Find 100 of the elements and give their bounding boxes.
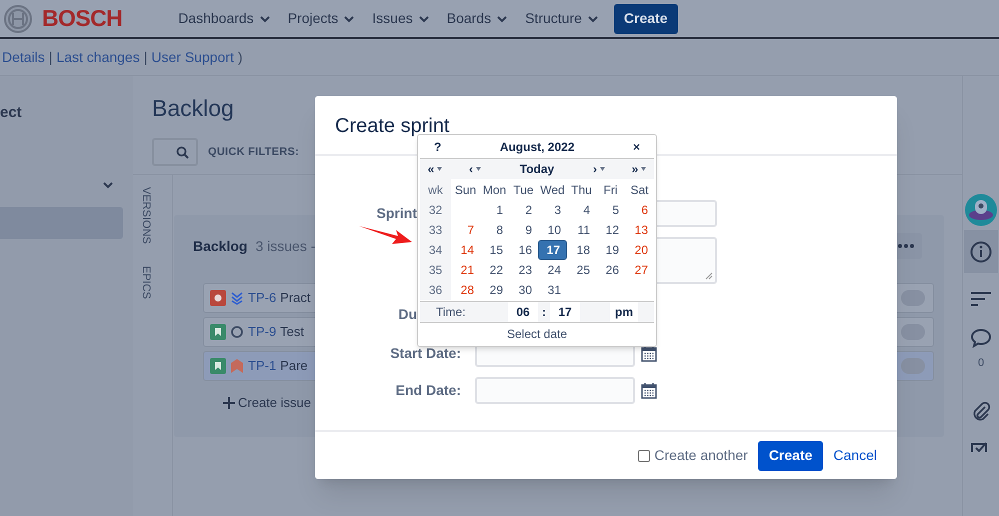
calendar-day[interactable]: 29 (480, 280, 509, 300)
calendar-day[interactable]: 27 (625, 260, 654, 280)
weekday-header: Thu (570, 182, 593, 198)
field-label: Du (398, 305, 417, 324)
arrow-up-icon (230, 359, 244, 373)
date-field[interactable] (475, 377, 635, 404)
calendar-nav-button[interactable]: » (624, 160, 654, 178)
calendar-day[interactable]: 8 (480, 220, 509, 240)
calendar-day[interactable]: 31 (538, 280, 567, 300)
close-button[interactable]: × (632, 138, 640, 156)
logo-icon (3, 4, 33, 34)
issue-summary: Pract (280, 289, 311, 308)
time-separator: : (541, 304, 547, 321)
weekday-header: Sat (629, 182, 650, 198)
week-number: 33 (420, 220, 451, 240)
calendar-day[interactable]: 16 (509, 240, 538, 260)
calendar-day[interactable]: 19 (596, 240, 625, 260)
field-label: Sprint (376, 204, 417, 223)
calendar-day[interactable]: 17 (538, 240, 567, 260)
nav-menu[interactable]: Structure (525, 8, 598, 29)
calendar-icon[interactable] (641, 382, 657, 399)
weekday-header: Mon (482, 182, 508, 198)
calendar-day[interactable]: 6 (625, 200, 654, 220)
plus-icon (223, 396, 235, 409)
info-icon (970, 240, 992, 262)
chevron-down-icon (260, 14, 270, 22)
separator-text: ) (238, 48, 243, 67)
brand-logo: BOSCH (42, 4, 122, 34)
create-issue-button[interactable]: Create issue (223, 393, 311, 412)
calendar-nav-button[interactable]: Today (500, 160, 574, 178)
calendar-day[interactable]: 4 (567, 200, 596, 220)
sidebar-title: ect (0, 103, 22, 123)
lines-icon (971, 292, 991, 306)
month-title: August, 2022 (498, 138, 576, 156)
more-icon (898, 244, 914, 248)
paperclip-icon (971, 400, 991, 420)
issue-summary: Test (280, 323, 304, 342)
bookmark-icon (210, 358, 226, 374)
calendar-day[interactable]: 28 (451, 280, 480, 300)
create-button[interactable]: Create (758, 440, 824, 470)
calendar-day[interactable]: 9 (509, 220, 538, 240)
calendar-day[interactable]: 11 (567, 220, 596, 240)
chevrons-down-icon (230, 291, 244, 305)
caret-down-icon (476, 167, 481, 171)
calendar-day[interactable]: 2 (509, 200, 538, 220)
weekday-header: Fri (602, 182, 618, 198)
search-field[interactable] (152, 138, 198, 166)
calendar-day[interactable]: 10 (538, 220, 567, 240)
calendar-day[interactable]: 21 (451, 260, 480, 280)
calendar-day[interactable]: 1 (480, 200, 509, 220)
cancel-link[interactable]: Cancel (833, 445, 877, 466)
chevron-down-icon (418, 14, 429, 22)
issue-count: 3 issues - (255, 236, 316, 256)
help-button[interactable]: ? (434, 138, 442, 156)
calendar-day[interactable]: 25 (567, 260, 596, 280)
calendar-day[interactable]: 24 (538, 260, 567, 280)
calendar-icon[interactable] (641, 345, 657, 362)
nav-menu[interactable]: Dashboards (178, 8, 270, 29)
arrow-icon (358, 224, 414, 246)
week-header: wk (420, 179, 451, 200)
week-number: 35 (420, 260, 451, 280)
nav-menu[interactable]: Issues (372, 8, 429, 29)
ampm-field[interactable]: pm (610, 302, 638, 322)
weekday-header: Wed (539, 182, 566, 198)
calendar-day[interactable]: 14 (451, 240, 480, 260)
weekday-header: Sun (454, 182, 478, 198)
create-another-checkbox[interactable]: Create another (638, 445, 748, 466)
hour-field[interactable]: 06 (508, 302, 538, 322)
calendar-day[interactable]: 15 (480, 240, 509, 260)
calendar-day[interactable]: 18 (567, 240, 596, 260)
comment-icon (970, 328, 992, 348)
chevron-down-icon (344, 14, 354, 22)
nav-menu[interactable]: Boards (446, 8, 508, 29)
calendar-day[interactable]: 23 (509, 260, 538, 280)
side-panel-button[interactable] (964, 194, 998, 226)
create-button[interactable]: Create (614, 4, 678, 34)
side-panel-button[interactable] (964, 230, 998, 273)
status-text: Select date (506, 326, 568, 342)
calendar-nav-button[interactable]: « (420, 160, 450, 178)
calendar-day[interactable]: 26 (596, 260, 625, 280)
calendar-day[interactable]: 22 (480, 260, 509, 280)
calendar-day[interactable]: 12 (596, 220, 625, 240)
week-number: 34 (420, 240, 451, 260)
caret-down-icon (641, 167, 646, 171)
comment-count: 0 (978, 356, 984, 371)
calendar-day[interactable]: 20 (625, 240, 654, 260)
calendar-day[interactable]: 5 (596, 200, 625, 220)
calendar-nav-button[interactable]: › (574, 160, 624, 178)
minute-field[interactable]: 17 (550, 302, 580, 322)
calendar-day[interactable]: 13 (625, 220, 654, 240)
calendar-nav-button[interactable]: ‹ (450, 160, 500, 178)
resize-handle-icon[interactable] (705, 272, 713, 280)
chevron-down-icon[interactable] (103, 180, 113, 188)
caret-down-icon (437, 167, 442, 171)
nav-menu[interactable]: Projects (288, 8, 354, 29)
page-title: Backlog (151, 94, 235, 122)
calendar-day[interactable]: 30 (509, 280, 538, 300)
field-label: End Date: (396, 381, 461, 400)
calendar-day[interactable]: 7 (451, 220, 480, 240)
calendar-day[interactable]: 3 (538, 200, 567, 220)
